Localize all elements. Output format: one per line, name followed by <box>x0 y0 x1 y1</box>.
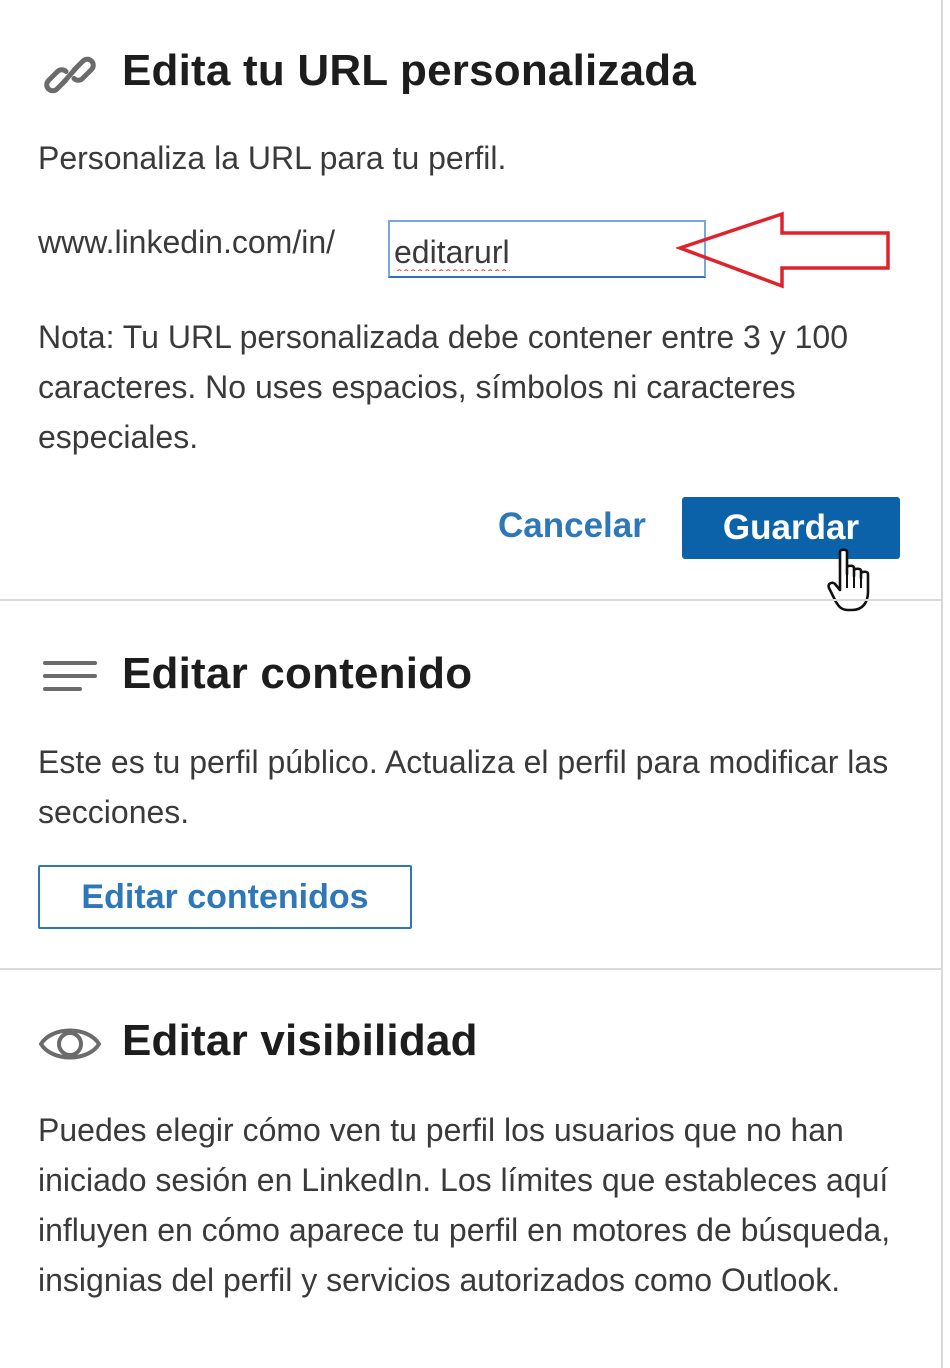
url-prefix: www.linkedin.com/in/ <box>38 224 335 260</box>
edit-visibility-title: Editar visibilidad <box>122 1016 478 1065</box>
edit-content-title: Editar contenido <box>122 649 473 698</box>
edit-content-description: Este es tu perfil público. Actualiza el … <box>38 744 889 830</box>
edit-visibility-section: Editar visibilidad Puedes elegir cómo ve… <box>0 970 943 1368</box>
custom-url-description: Personaliza la URL para tu perfil. <box>38 140 507 176</box>
eye-icon <box>38 1020 102 1073</box>
annotation-arrow <box>674 210 892 295</box>
cancel-button[interactable]: Cancelar <box>498 506 646 546</box>
public-profile-settings-panel: Edita tu URL personalizada Personaliza l… <box>0 0 943 1368</box>
custom-url-note: Nota: Tu URL personalizada debe contener… <box>38 319 848 455</box>
custom-url-title: Edita tu URL personalizada <box>122 46 697 95</box>
link-icon <box>44 50 96 105</box>
edit-content-section: Editar contenido Este es tu perfil públi… <box>0 601 943 968</box>
custom-url-input[interactable] <box>388 220 706 278</box>
custom-url-section: Edita tu URL personalizada Personaliza l… <box>0 0 943 612</box>
lines-icon <box>42 659 98 700</box>
edit-visibility-description: Puedes elegir cómo ven tu perfil los usu… <box>38 1112 891 1298</box>
edit-contents-button[interactable]: Editar contenidos <box>38 865 412 929</box>
